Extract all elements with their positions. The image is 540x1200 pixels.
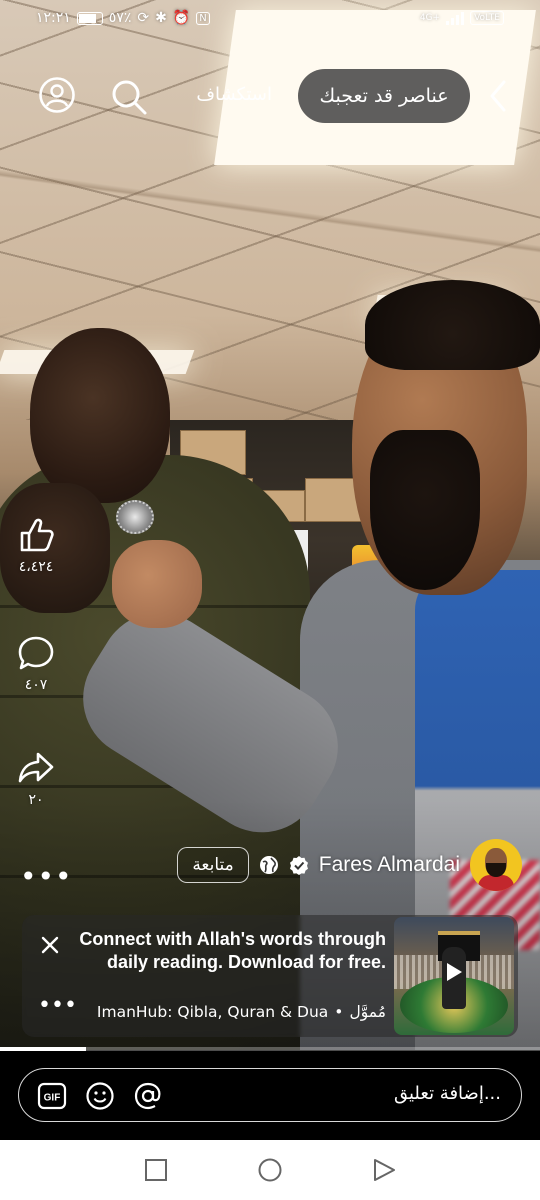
comment-action[interactable]: ٤٠٧: [10, 633, 62, 693]
comment-input[interactable]: إضافة تعليق... GIF: [18, 1068, 522, 1122]
mention-icon[interactable]: [133, 1081, 163, 1111]
person-right-hand: [112, 540, 202, 628]
bluetooth-icon: ✱: [155, 10, 167, 26]
status-time: ١٢:٢١: [36, 10, 71, 26]
person-right-beard: [370, 430, 480, 590]
author-avatar[interactable]: [470, 839, 522, 891]
share-action[interactable]: ٢٠: [10, 748, 62, 808]
ad-source: ImanHub: Qibla, Quran & Dua • مُموَّل: [97, 1003, 386, 1021]
ad-text[interactable]: Connect with Allah's words through daily…: [66, 928, 386, 974]
alarm-icon: ⏰: [172, 10, 191, 26]
battery-icon: [76, 11, 103, 25]
like-count: ٤،٤٢٤: [18, 559, 54, 575]
ad-more-options-button[interactable]: •••: [38, 993, 77, 1018]
author-name[interactable]: Fares Almardai: [319, 853, 460, 877]
comment-bar: إضافة تعليق... GIF: [0, 1051, 540, 1140]
sponsored-ad-card[interactable]: ••• Connect with Allah's words through d…: [22, 915, 518, 1037]
follow-button[interactable]: متابعة: [177, 847, 249, 883]
back-chevron-icon[interactable]: [482, 76, 518, 116]
comment-count: ٤٠٧: [24, 677, 48, 693]
person-left-head: [30, 328, 170, 503]
verified-icon: [289, 856, 308, 875]
ad-separator: •: [334, 1003, 344, 1021]
ad-app-name: ImanHub: Qibla, Quran & Dua: [96, 1003, 329, 1021]
profile-icon[interactable]: [38, 76, 76, 114]
search-icon[interactable]: [110, 78, 148, 116]
nfc-icon: N: [196, 11, 210, 25]
status-bar: ١٢:٢١ ٥٧٪ ⟳ ✱ ⏰ N 4G+ VoLTE: [0, 0, 540, 36]
comment-placeholder: إضافة تعليق...: [393, 1083, 501, 1104]
ad-thumbnail[interactable]: [394, 917, 514, 1035]
like-action[interactable]: ٤،٤٢٤: [10, 515, 62, 575]
emoji-icon[interactable]: [85, 1081, 115, 1111]
video-player[interactable]: [0, 0, 540, 1050]
more-options-button[interactable]: •••: [20, 860, 73, 893]
system-nav-bar: [0, 1140, 540, 1200]
sync-icon: ⟳: [137, 10, 150, 26]
network-type: 4G+: [419, 13, 441, 23]
gif-icon[interactable]: GIF: [37, 1081, 67, 1111]
microphone: [116, 500, 154, 534]
status-right: 4G+ VoLTE: [420, 11, 504, 25]
close-icon[interactable]: [38, 933, 62, 957]
sponsored-label: مُموَّل: [349, 1003, 386, 1021]
explore-tab[interactable]: استكشاف: [196, 84, 272, 105]
recents-square-icon[interactable]: [143, 1157, 169, 1183]
status-left: ١٢:٢١ ٥٧٪ ⟳ ✱ ⏰ N: [36, 10, 210, 26]
signal-icon: [446, 11, 465, 25]
like-icon[interactable]: [16, 515, 56, 555]
author-row: متابعة Fares Almardai: [177, 839, 522, 891]
volte-badge: VoLTE: [470, 11, 504, 25]
person-right-hair: [365, 280, 540, 370]
share-icon[interactable]: [16, 748, 56, 788]
share-count: ٢٠: [28, 792, 44, 808]
globe-icon: [259, 856, 278, 874]
play-icon[interactable]: [444, 961, 464, 983]
comment-icon[interactable]: [16, 633, 56, 673]
top-bar: عناصر قد تعجبك استكشاف: [0, 60, 540, 132]
home-circle-icon[interactable]: [257, 1157, 283, 1183]
back-triangle-icon[interactable]: [371, 1157, 397, 1183]
battery-percent: ٥٧٪: [108, 10, 132, 26]
gif-label: GIF: [44, 1093, 61, 1104]
suggested-items-button[interactable]: عناصر قد تعجبك: [298, 69, 470, 123]
